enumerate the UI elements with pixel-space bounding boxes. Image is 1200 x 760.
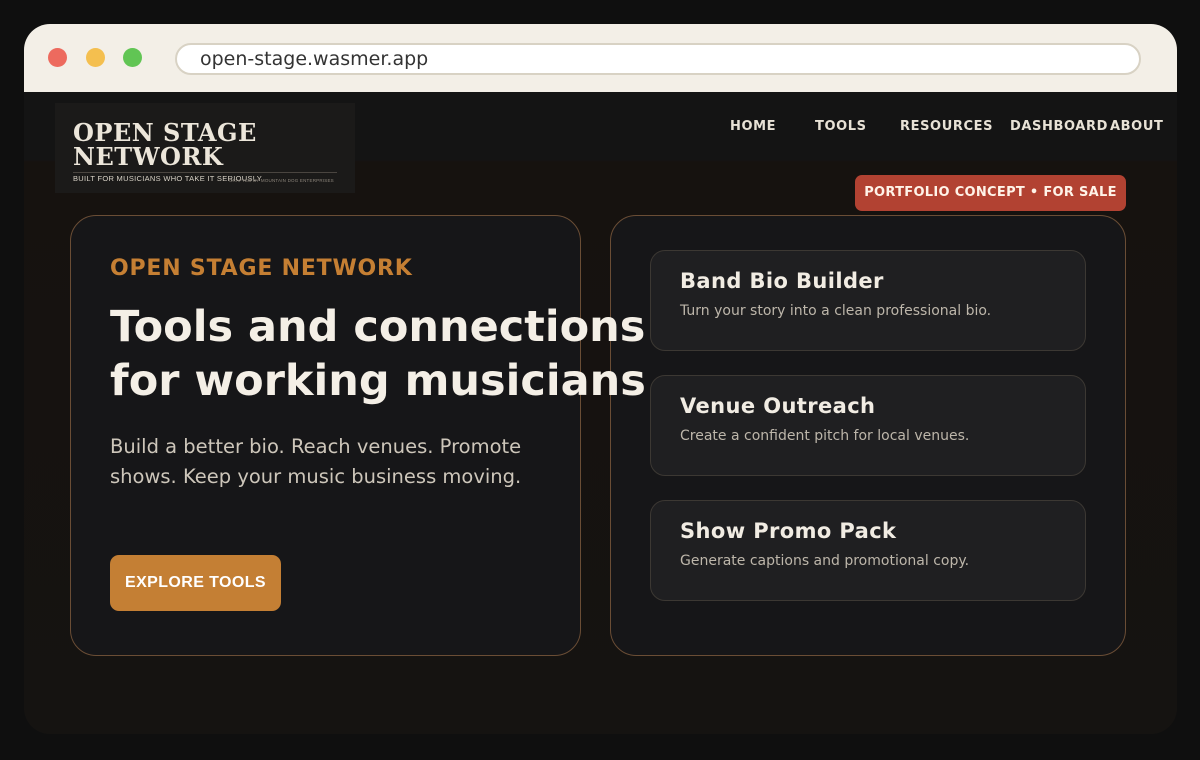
nav-dashboard[interactable]: DASHBOARD [1010, 119, 1108, 134]
nav-home[interactable]: HOME [730, 119, 776, 134]
for-sale-badge: PORTFOLIO CONCEPT • FOR SALE [855, 175, 1126, 211]
address-bar[interactable]: open-stage.wasmer.app [175, 43, 1141, 75]
nav-tools[interactable]: TOOLS [815, 119, 867, 134]
page-content: OPEN STAGE NETWORK BUILT FOR MUSICIANS W… [24, 92, 1177, 734]
browser-titlebar: open-stage.wasmer.app [24, 24, 1177, 92]
tool-description: Generate captions and promotional copy. [680, 553, 970, 569]
hero-eyebrow: OPEN STAGE NETWORK [110, 256, 413, 281]
nav-resources[interactable]: RESOURCES [900, 119, 993, 134]
tool-title: Band Bio Builder [680, 269, 884, 293]
maximize-window-icon[interactable] [123, 48, 142, 67]
hero-headline: Tools and connections for working musici… [110, 300, 710, 408]
tool-card-show-promo-pack[interactable]: Show Promo Pack Generate captions and pr… [650, 500, 1086, 601]
hero-headline-line-1: Tools and connections [110, 302, 646, 352]
tool-title: Show Promo Pack [680, 519, 897, 543]
hero-subtext: Build a better bio. Reach venues. Promot… [110, 435, 522, 488]
tool-description: Turn your story into a clean professiona… [680, 303, 992, 319]
explore-tools-button[interactable]: EXPLORE TOOLS [110, 555, 281, 611]
tool-card-band-bio-builder[interactable]: Band Bio Builder Turn your story into a … [650, 250, 1086, 351]
close-window-icon[interactable] [48, 48, 67, 67]
tool-description: Create a confident pitch for local venue… [680, 428, 970, 444]
browser-window: open-stage.wasmer.app OPEN STAGE NETWORK… [24, 24, 1177, 734]
site-logo[interactable]: OPEN STAGE NETWORK BUILT FOR MUSICIANS W… [55, 103, 355, 193]
minimize-window-icon[interactable] [86, 48, 105, 67]
logo-title: OPEN STAGE NETWORK [73, 118, 257, 171]
logo-divider [73, 172, 337, 173]
logo-credit: CRAFTED BY MOUNTAIN DOG ENTERPRISES [229, 178, 334, 183]
hero-headline-line-2: for working musicians [110, 356, 646, 406]
nav-about[interactable]: ABOUT [1110, 119, 1163, 134]
tool-card-venue-outreach[interactable]: Venue Outreach Create a confident pitch … [650, 375, 1086, 476]
